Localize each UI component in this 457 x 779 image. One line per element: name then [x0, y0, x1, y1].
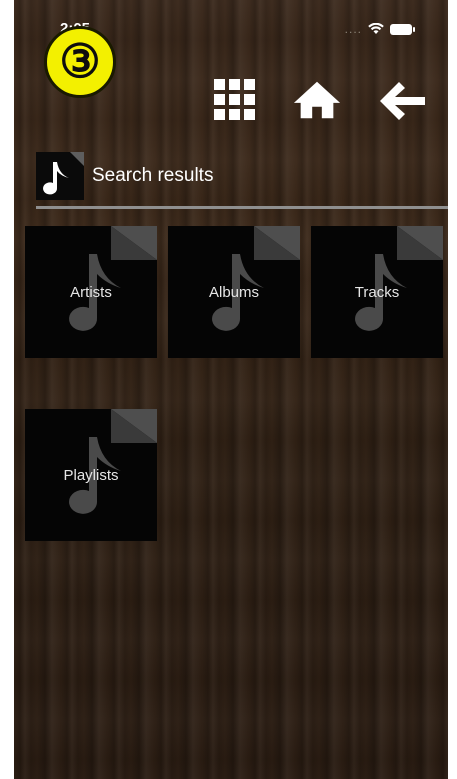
grid-view-button[interactable] [210, 78, 260, 122]
category-label: Tracks [354, 284, 400, 301]
music-note-icon [36, 152, 84, 200]
category-tile-albums[interactable]: Albums [168, 226, 300, 358]
back-button[interactable] [378, 78, 428, 122]
grid-icon [214, 79, 255, 120]
cellular-dots-icon: .... [344, 22, 362, 36]
category-label: Playlists [63, 467, 119, 484]
divider [36, 206, 448, 209]
wifi-icon [368, 23, 384, 34]
status-icons: .... [344, 22, 415, 36]
category-label: Albums [208, 284, 260, 301]
app-screen: 2:05 ③ .... [14, 0, 448, 779]
home-icon [293, 81, 341, 119]
category-label: Artists [70, 284, 112, 301]
page-title: Search results [92, 165, 214, 186]
back-arrow-icon [380, 82, 425, 120]
step-number-badge: ③ [44, 26, 116, 98]
home-button[interactable] [292, 78, 342, 122]
category-tile-tracks[interactable]: Tracks [311, 226, 443, 358]
category-tile-playlists[interactable]: Playlists [25, 409, 157, 541]
category-tile-artists[interactable]: Artists [25, 226, 157, 358]
step-number-label: ③ [59, 35, 101, 87]
search-results-header: Search results [36, 152, 213, 200]
battery-icon [390, 23, 415, 35]
